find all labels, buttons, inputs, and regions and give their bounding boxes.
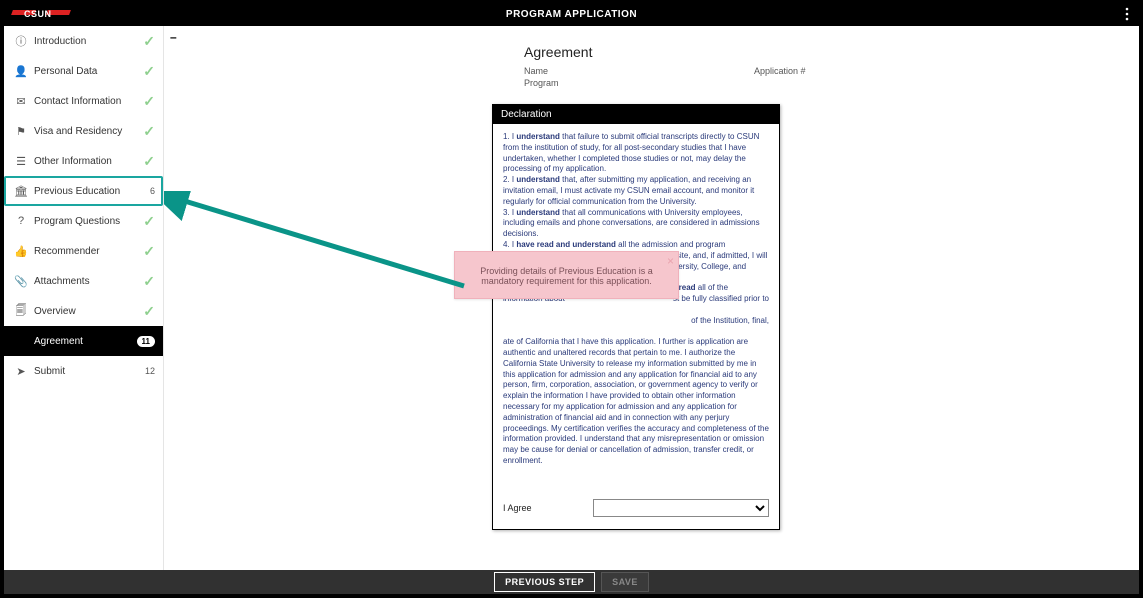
flag-icon: ⚑ xyxy=(14,125,28,138)
step-badge: 11 xyxy=(137,336,155,347)
sidebar-item-label: Other Information xyxy=(34,156,137,167)
alert-text: Providing details of Previous Education … xyxy=(480,266,653,286)
sidebar-item-attachments[interactable]: 📎 Attachments ✓ xyxy=(4,266,163,296)
agree-label: I Agree xyxy=(503,503,593,513)
sidebar-item-label: Agreement xyxy=(34,336,137,347)
declaration-header: Declaration xyxy=(493,105,779,124)
program-label: Program xyxy=(524,78,754,88)
question-icon: ? xyxy=(14,215,28,227)
check-icon: ✓ xyxy=(137,153,155,170)
paperclip-icon: 📎 xyxy=(14,275,28,288)
check-icon: ✓ xyxy=(137,303,155,320)
step-count: 12 xyxy=(137,366,155,376)
declaration-body: 1. I understand that failure to submit o… xyxy=(493,124,779,475)
logo xyxy=(4,8,70,22)
sidebar-item-label: Visa and Residency xyxy=(34,126,137,137)
topbar: PROGRAM APPLICATION xyxy=(4,4,1139,26)
main-content: – Agreement Name Application # Program D… xyxy=(164,26,1139,570)
sidebar-item-label: Recommender xyxy=(34,246,137,257)
kebab-menu-icon[interactable] xyxy=(1125,7,1129,24)
sidebar-item-recommender[interactable]: 👍 Recommender ✓ xyxy=(4,236,163,266)
check-icon: ✓ xyxy=(137,243,155,260)
person-icon: 👤 xyxy=(14,65,28,78)
declaration-panel: Declaration 1. I understand that failure… xyxy=(492,104,780,530)
sidebar-item-previous-education[interactable]: 🏛 Previous Education 6 xyxy=(4,176,163,206)
check-icon: ✓ xyxy=(137,123,155,140)
check-icon: ✓ xyxy=(137,33,155,50)
close-icon[interactable]: × xyxy=(667,254,674,268)
previous-step-button[interactable]: PREVIOUS STEP xyxy=(494,572,595,592)
sidebar-item-overview[interactable]: 🗐 Overview ✓ xyxy=(4,296,163,326)
sidebar-item-submit[interactable]: ➤ Submit 12 xyxy=(4,356,163,386)
sidebar-item-label: Personal Data xyxy=(34,66,137,77)
sidebar-item-agreement[interactable]: Agreement 11 xyxy=(4,326,163,356)
sidebar-item-contact[interactable]: ✉ Contact Information ✓ xyxy=(4,86,163,116)
thumbs-up-icon: 👍 xyxy=(14,245,28,258)
check-icon: ✓ xyxy=(137,273,155,290)
sidebar-item-introduction[interactable]: ⓘ Introduction ✓ xyxy=(4,26,163,56)
check-icon: ✓ xyxy=(137,213,155,230)
sidebar-item-label: Attachments xyxy=(34,276,137,287)
page-header-title: PROGRAM APPLICATION xyxy=(506,9,637,20)
sidebar-item-label: Overview xyxy=(34,306,137,317)
appnum-label: Application # xyxy=(754,66,984,76)
info-icon: ⓘ xyxy=(14,33,28,49)
check-icon: ✓ xyxy=(137,93,155,110)
sidebar-item-label: Submit xyxy=(34,366,137,377)
footer-bar: PREVIOUS STEP SAVE xyxy=(4,570,1139,594)
sidebar-item-personal-data[interactable]: 👤 Personal Data ✓ xyxy=(4,56,163,86)
building-icon: 🏛 xyxy=(14,185,28,198)
sidebar-item-label: Program Questions xyxy=(34,216,137,227)
envelope-icon: ✉ xyxy=(14,95,28,108)
sidebar-item-label: Previous Education xyxy=(34,186,137,197)
agree-row: I Agree xyxy=(493,475,779,529)
send-icon: ➤ xyxy=(14,365,28,378)
check-icon: ✓ xyxy=(137,63,155,80)
sidebar: ⓘ Introduction ✓ 👤 Personal Data ✓ ✉ Con… xyxy=(4,26,164,570)
validation-alert: × Providing details of Previous Educatio… xyxy=(454,251,679,299)
list-icon: ☰ xyxy=(14,155,28,168)
csun-logo xyxy=(12,8,70,22)
sidebar-item-visa[interactable]: ⚑ Visa and Residency ✓ xyxy=(4,116,163,146)
step-count: 6 xyxy=(137,186,155,196)
agree-select[interactable] xyxy=(593,499,769,517)
sidebar-item-program-questions[interactable]: ? Program Questions ✓ xyxy=(4,206,163,236)
sidebar-item-other-info[interactable]: ☰ Other Information ✓ xyxy=(4,146,163,176)
page-title: Agreement xyxy=(524,44,1099,60)
collapse-toggle[interactable]: – xyxy=(170,30,177,44)
sidebar-item-label: Contact Information xyxy=(34,96,137,107)
name-label: Name xyxy=(524,66,754,76)
sidebar-item-label: Introduction xyxy=(34,36,137,47)
annotation-arrow xyxy=(164,191,494,291)
copy-icon: 🗐 xyxy=(14,302,28,321)
save-button[interactable]: SAVE xyxy=(601,572,649,592)
